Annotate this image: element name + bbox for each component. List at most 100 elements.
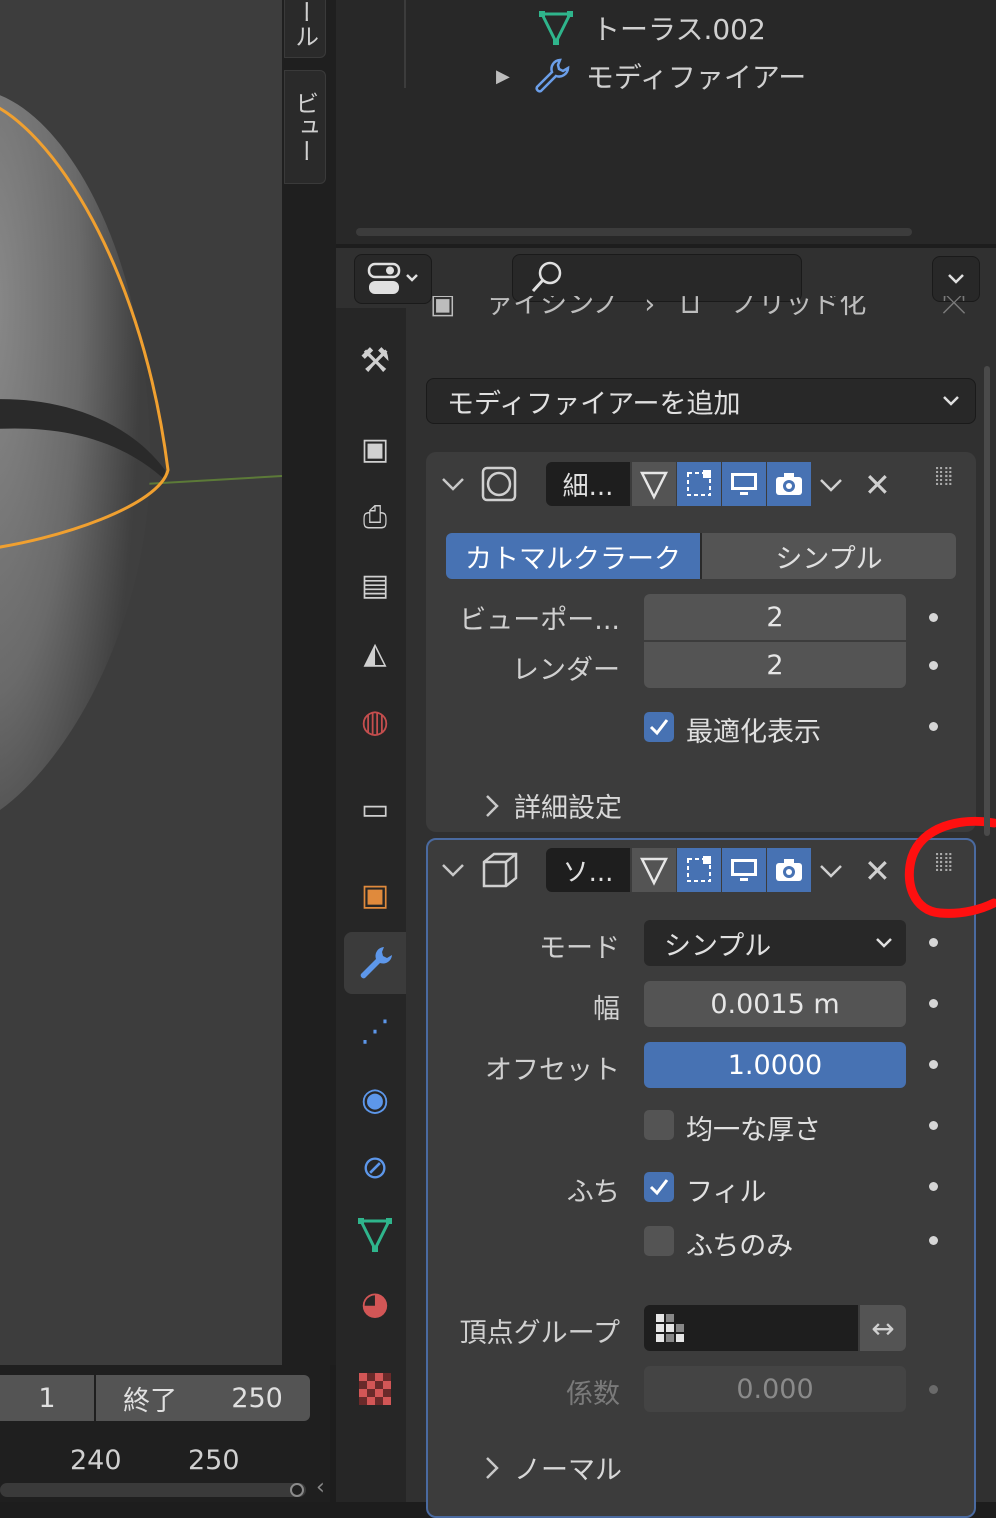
- tab-modifiers[interactable]: [344, 932, 406, 994]
- viewport-levels-value: 2: [766, 601, 784, 633]
- rim-only-label: ふちのみ: [686, 1231, 794, 1262]
- 3d-viewport[interactable]: [0, 0, 282, 1365]
- modifier-name: ソ...: [562, 857, 614, 888]
- outliner-row-label: モディファイアー: [585, 61, 807, 94]
- start-frame-field[interactable]: 1: [0, 1375, 94, 1421]
- constraints-icon: ⊘: [361, 1148, 389, 1186]
- keyframe-dot[interactable]: [929, 999, 938, 1008]
- render-toggle[interactable]: [767, 462, 811, 506]
- outliner-row-label: トーラス.002: [592, 13, 766, 46]
- scroll-handle[interactable]: [290, 1483, 304, 1497]
- tab-render[interactable]: ▣: [344, 418, 406, 480]
- tab-physics[interactable]: ◉: [344, 1068, 406, 1130]
- tab-object[interactable]: ▣: [344, 864, 406, 926]
- rim-label: ふち: [566, 1177, 620, 1208]
- factor-field[interactable]: 0.000: [644, 1366, 906, 1412]
- offset-field[interactable]: 1.0000: [644, 1042, 906, 1088]
- modifier-name: 細...: [562, 471, 614, 502]
- render-toggle[interactable]: [767, 848, 811, 892]
- even-thickness-checkbox[interactable]: [644, 1110, 674, 1140]
- advanced-subpanel-header[interactable]: 詳細設定: [484, 786, 622, 825]
- outliner-row-mesh[interactable]: トーラス.002: [536, 8, 766, 48]
- viewport-levels-field[interactable]: 2: [644, 594, 906, 640]
- keyframe-dot[interactable]: [929, 1182, 938, 1191]
- editor-type-button[interactable]: [354, 254, 432, 304]
- tab-material[interactable]: ◕: [344, 1272, 406, 1334]
- modifier-name-field[interactable]: ソ...: [546, 848, 630, 892]
- collapse-button[interactable]: [440, 850, 476, 890]
- outliner-row-modifiers[interactable]: ▶ モディファイアー: [496, 56, 806, 96]
- end-frame-label: 終了: [123, 1385, 178, 1417]
- keyframe-dot[interactable]: [929, 661, 938, 670]
- solidify-modifier-icon: [480, 850, 520, 894]
- factor-label: 係数: [566, 1379, 620, 1410]
- mesh-object-icon: ▣: [430, 296, 456, 320]
- breadcrumb-item: ノリッド化: [731, 296, 867, 320]
- tab-output[interactable]: ⎙: [344, 486, 406, 548]
- edit-mode-toggle[interactable]: [632, 462, 676, 506]
- chevron-left-icon[interactable]: ‹: [316, 1475, 325, 1500]
- normals-subpanel-header[interactable]: ノーマル: [484, 1448, 622, 1487]
- viewport-display-toggle[interactable]: [722, 462, 766, 506]
- render-levels-field[interactable]: 2: [644, 642, 906, 688]
- on-cage-toggle[interactable]: [677, 462, 721, 506]
- edit-mode-toggle[interactable]: [632, 848, 676, 892]
- modifier-icon: ⊔: [679, 296, 701, 320]
- modifier-name-field[interactable]: 細...: [546, 462, 630, 506]
- catmull-clark-button[interactable]: カトマルクラーク: [446, 533, 700, 579]
- tab-scene[interactable]: ◭: [344, 622, 406, 684]
- scene-icon: ◭: [363, 635, 387, 671]
- outliner-scrollbar[interactable]: [356, 228, 912, 236]
- simple-button[interactable]: シンプル: [702, 533, 956, 579]
- rim-only-checkbox[interactable]: [644, 1226, 674, 1256]
- tab-particles[interactable]: ⋰: [344, 1000, 406, 1062]
- tab-data[interactable]: [344, 1204, 406, 1266]
- monitor-icon: [731, 859, 757, 881]
- keyframe-dot[interactable]: [929, 613, 938, 622]
- tab-view[interactable]: ビュー: [284, 70, 326, 184]
- vertex-group-icon: [656, 1314, 684, 1342]
- close-icon[interactable]: ✕: [864, 852, 891, 890]
- arrows-horizontal-icon: ↔: [871, 1311, 895, 1345]
- monitor-icon: [731, 473, 757, 495]
- timeline-scrollbar[interactable]: [0, 1483, 306, 1497]
- expand-arrow-icon[interactable]: ▶: [496, 66, 510, 87]
- collapse-button[interactable]: [440, 464, 476, 504]
- keyframe-dot[interactable]: [929, 722, 938, 731]
- pin-icon[interactable]: ⤧: [942, 296, 966, 321]
- keyframe-dot[interactable]: [929, 1385, 938, 1394]
- fill-rim-checkbox[interactable]: [644, 1172, 674, 1202]
- invert-vertex-group-button[interactable]: ↔: [860, 1305, 906, 1351]
- keyframe-dot[interactable]: [929, 1060, 938, 1069]
- particles-icon: ⋰: [360, 1013, 390, 1049]
- tab-constraints[interactable]: ⊘: [344, 1136, 406, 1198]
- viewport-scene: [0, 95, 282, 810]
- tab-tool[interactable]: ール: [284, 0, 326, 58]
- close-icon[interactable]: ✕: [864, 466, 891, 504]
- tab-world[interactable]: ◍: [344, 690, 406, 752]
- add-modifier-dropdown[interactable]: モディファイアーを追加: [426, 378, 976, 424]
- tab-collection[interactable]: ▭: [344, 778, 406, 840]
- viewport-display-toggle[interactable]: [722, 848, 766, 892]
- on-cage-toggle[interactable]: [677, 848, 721, 892]
- optimal-display-checkbox[interactable]: [644, 712, 674, 742]
- chevron-right-icon: [486, 794, 499, 817]
- mode-dropdown[interactable]: シンプル: [644, 920, 906, 966]
- vertex-group-label: 頂点グループ: [459, 1318, 620, 1349]
- search-input[interactable]: [512, 254, 802, 302]
- modifier-menu-dropdown[interactable]: [816, 470, 846, 504]
- thickness-field[interactable]: 0.0015 m: [644, 981, 906, 1027]
- keyframe-dot[interactable]: [929, 1121, 938, 1130]
- end-frame-field[interactable]: 終了 250: [96, 1375, 310, 1421]
- properties-scrollbar[interactable]: [984, 366, 990, 836]
- tab-view-layer[interactable]: ▤: [344, 554, 406, 616]
- outliner[interactable]: トーラス.002 ▶ モディファイアー: [336, 0, 996, 244]
- tab-texture[interactable]: [344, 1358, 406, 1420]
- drag-handle-icon[interactable]: ⠿⠿ ⠿⠿: [934, 467, 953, 489]
- tab-tool-settings[interactable]: ⚒: [344, 330, 406, 392]
- keyframe-dot[interactable]: [929, 1236, 938, 1245]
- modifier-menu-dropdown[interactable]: [816, 856, 846, 890]
- keyframe-dot[interactable]: [929, 938, 938, 947]
- vertex-group-field[interactable]: [644, 1305, 858, 1351]
- wrench-icon: [360, 947, 392, 979]
